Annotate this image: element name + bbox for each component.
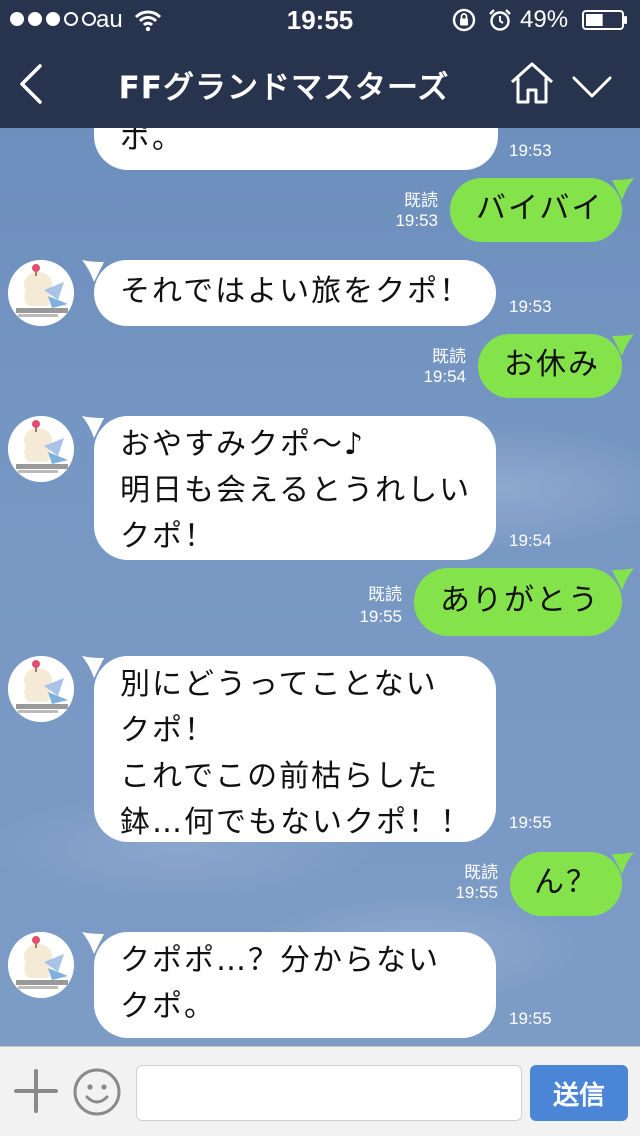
outgoing-message-bubble[interactable]: お休み [478, 334, 622, 398]
avatar[interactable] [8, 932, 74, 998]
chat-message-list[interactable]: ポ。 19:53 バイバイ 既読 19:53 それではよい旅をクポ！ 19:53… [0, 128, 640, 1046]
moogle-avatar-icon [8, 932, 74, 998]
battery-percent: 49% [520, 6, 569, 33]
status-bar: au 19:55 49% [0, 0, 640, 40]
read-receipt: 既読 [368, 585, 402, 604]
avatar[interactable] [8, 656, 74, 722]
read-receipt: 既読 [464, 863, 498, 882]
message-time: 19:53 [509, 297, 552, 316]
message-input[interactable] [136, 1065, 522, 1121]
avatar[interactable] [8, 416, 74, 482]
message-time: 19:53 [395, 211, 438, 230]
read-receipt: 既読 [404, 191, 438, 210]
chat-title[interactable]: FFグランドマスターズ [0, 62, 568, 107]
incoming-message-bubble[interactable]: ポ。 [94, 128, 498, 170]
battery-icon [582, 10, 627, 30]
chat-header: FFグランドマスターズ [0, 40, 640, 128]
message-time: 19:55 [509, 813, 552, 832]
read-receipt: 既読 [432, 347, 466, 366]
outgoing-message-bubble[interactable]: ありがとう [414, 568, 622, 636]
incoming-message-bubble[interactable]: おやすみクポ〜♪ 明日も会えるとうれしい クポ！ [94, 416, 496, 560]
rotation-lock-icon [452, 8, 476, 32]
outgoing-message-bubble[interactable]: ん？ [510, 852, 622, 916]
incoming-message-bubble[interactable]: 別にどうってことない クポ！ これでこの前枯らした 鉢…何でもないクポ！！ [94, 656, 496, 842]
avatar[interactable] [8, 260, 74, 326]
moogle-avatar-icon [8, 260, 74, 326]
bubble-tail [612, 568, 634, 590]
send-button[interactable]: 送信 [530, 1065, 628, 1121]
message-time: 19:55 [359, 607, 402, 626]
message-time: 19:54 [423, 367, 466, 386]
moogle-avatar-icon [8, 416, 74, 482]
incoming-message-bubble[interactable]: クポポ…？分からない クポ。 [94, 932, 496, 1038]
bubble-tail [612, 178, 634, 200]
incoming-message-bubble[interactable]: それではよい旅をクポ！ [94, 260, 496, 326]
alarm-icon [489, 9, 511, 31]
bubble-tail [612, 852, 634, 874]
bubble-tail [612, 334, 634, 356]
home-icon[interactable] [508, 60, 556, 106]
outgoing-message-bubble[interactable]: バイバイ [450, 178, 622, 242]
message-time: 19:53 [509, 141, 552, 160]
message-time: 19:55 [455, 883, 498, 902]
message-time: 19:55 [509, 1009, 552, 1028]
plus-icon[interactable] [14, 1069, 58, 1113]
message-time: 19:54 [509, 531, 552, 550]
emoji-icon[interactable] [72, 1067, 122, 1117]
chevron-down-icon[interactable] [570, 74, 614, 100]
message-input-bar: 送信 [0, 1046, 640, 1136]
moogle-avatar-icon [8, 656, 74, 722]
